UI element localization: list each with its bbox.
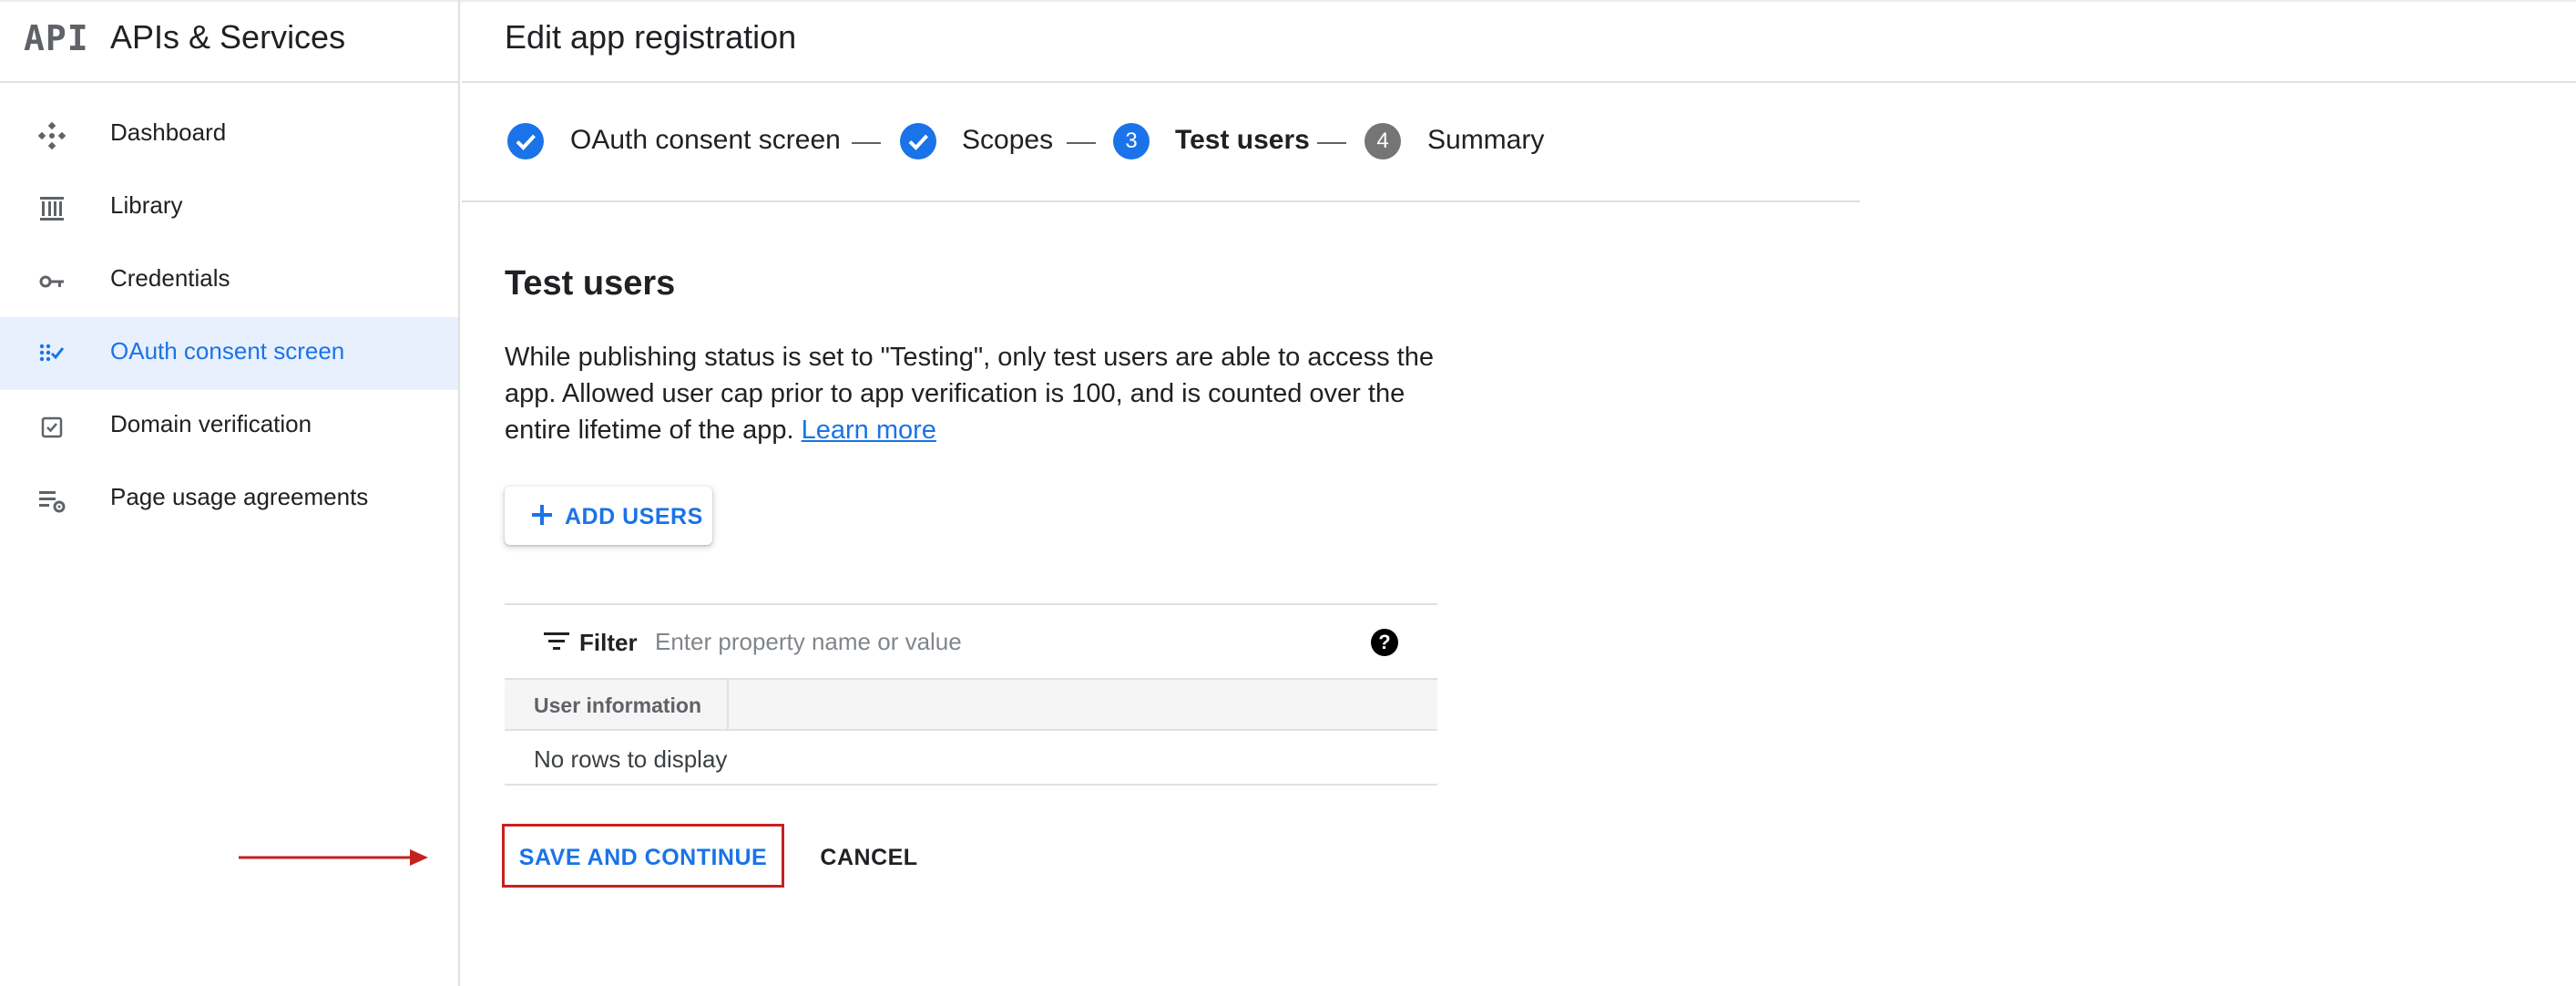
sidebar-item-label: Page usage agreements	[110, 483, 369, 510]
add-users-label: ADD USERS	[565, 504, 703, 529]
empty-state-text: No rows to display	[534, 745, 728, 773]
sidebar-item-oauth-consent[interactable]: OAuth consent screen	[0, 317, 458, 390]
sidebar-item-label: Library	[110, 191, 183, 219]
step-summary-label: Summary	[1427, 125, 1545, 155]
test-users-description: While publishing status is set to "Testi…	[505, 339, 1452, 448]
sidebar-header: API APIs & Services	[0, 0, 458, 83]
filter-bar: Filter ?	[505, 603, 1437, 678]
page-header: Edit app registration	[462, 0, 2576, 83]
dashboard-icon	[37, 121, 66, 150]
sidebar-item-label: OAuth consent screen	[110, 337, 345, 365]
save-and-continue-button[interactable]: SAVE AND CONTINUE	[502, 824, 784, 888]
sidebar-item-dashboard[interactable]: Dashboard	[0, 98, 458, 171]
settings-list-icon	[39, 491, 66, 513]
section-title: Test users	[505, 264, 676, 303]
cancel-label: CANCEL	[820, 845, 918, 870]
plus-icon	[532, 505, 552, 525]
sidebar-item-label: Dashboard	[110, 118, 227, 146]
checkbox-icon	[41, 416, 63, 438]
sidebar: API APIs & Services Dashboard Library Cr…	[0, 0, 460, 986]
stepper: OAuth consent screen Scopes 3 Test users…	[462, 83, 1860, 202]
step-separator	[852, 142, 881, 144]
filter-label: Filter	[579, 629, 638, 656]
sidebar-item-label: Domain verification	[110, 410, 312, 437]
step-separator	[1067, 142, 1096, 144]
save-and-continue-label: SAVE AND CONTINUE	[518, 845, 768, 870]
table-header-row: User information	[505, 678, 1437, 731]
step-separator	[1317, 142, 1346, 144]
annotation-arrow-icon	[239, 849, 428, 866]
description-text: While publishing status is set to "Testi…	[505, 343, 1434, 445]
sidebar-item-label: Credentials	[110, 264, 230, 292]
library-icon	[40, 197, 64, 221]
column-divider[interactable]	[727, 680, 729, 729]
sidebar-item-domain-verification[interactable]: Domain verification	[0, 390, 458, 463]
step-scopes-label[interactable]: Scopes	[962, 125, 1053, 156]
oauth-consent-icon	[39, 344, 65, 362]
page-title: Edit app registration	[505, 18, 797, 56]
step-1-check-icon	[507, 123, 544, 159]
sidebar-item-library[interactable]: Library	[0, 171, 458, 244]
step-test-users-label: Test users	[1175, 125, 1310, 155]
table-empty-row: No rows to display	[505, 731, 1437, 786]
sidebar-item-credentials[interactable]: Credentials	[0, 244, 458, 317]
key-icon	[39, 275, 64, 288]
learn-more-link[interactable]: Learn more	[802, 416, 936, 445]
cancel-button[interactable]: CANCEL	[802, 824, 936, 888]
test-users-table: Filter ? User information No rows to dis…	[505, 603, 1437, 786]
api-logo: API	[24, 18, 89, 58]
step-2-check-icon	[900, 123, 936, 159]
sidebar-item-page-usage-agreements[interactable]: Page usage agreements	[0, 463, 458, 536]
step-3-number: 3	[1113, 123, 1150, 159]
help-icon[interactable]: ?	[1371, 629, 1398, 656]
add-users-button[interactable]: ADD USERS	[505, 487, 712, 545]
step-4-number: 4	[1365, 123, 1401, 159]
column-header-user-information[interactable]: User information	[534, 693, 701, 718]
step-oauth-consent-label[interactable]: OAuth consent screen	[570, 125, 841, 156]
filter-input[interactable]	[655, 621, 1347, 662]
filter-icon	[544, 632, 569, 650]
product-title: APIs & Services	[110, 18, 346, 56]
